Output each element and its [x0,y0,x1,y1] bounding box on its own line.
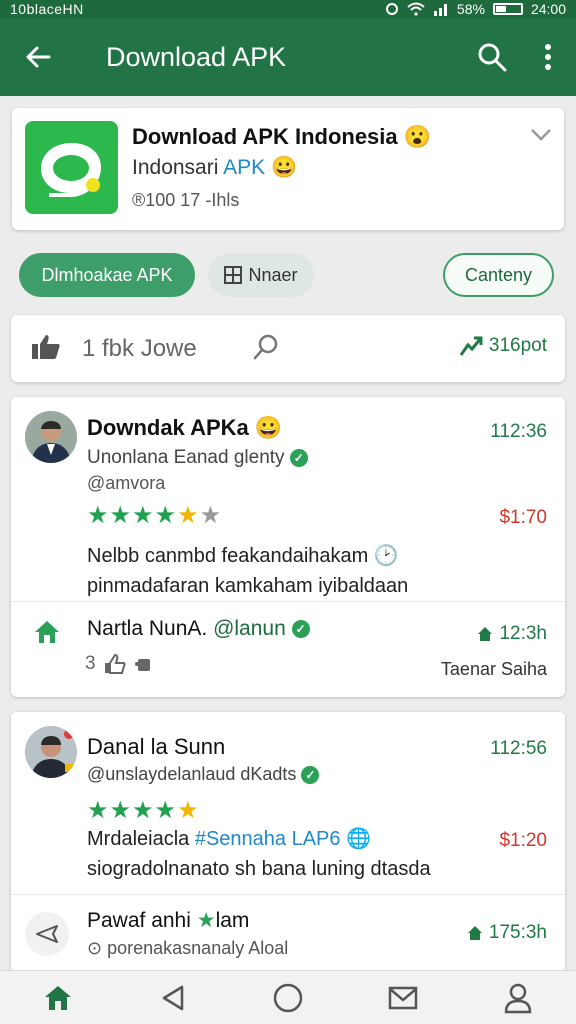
more-vert-icon [545,44,551,70]
review-time: 112:56 [490,738,547,759]
reviewer-subtitle: Unonlana Eanad glenty ✓ [87,447,308,469]
search-icon [478,43,507,72]
verified-icon: ✓ [289,448,308,467]
star-badge-icon: ★ [196,909,216,932]
battery-percent: 58% [456,1,485,17]
rating-stars: ★★★★★ [87,797,200,824]
emoji-icon: 😮 [403,124,432,149]
app-meta: ®100 17 -Ihls [132,190,240,210]
battery-icon [492,3,523,15]
profile-icon [505,983,532,1013]
verified-icon: ✓ [291,620,310,639]
expand-button[interactable] [530,128,552,147]
reviewer-subtitle: @unslaydelanlaud dKadts ✓ [87,764,320,785]
home-reply-icon[interactable] [33,619,61,650]
reply-count: 3 [85,653,96,674]
chip-nnaer-label: Nnaer [248,264,298,285]
nav-back[interactable] [143,971,203,1024]
nav-profile[interactable] [488,971,548,1024]
nav-home[interactable] [28,971,88,1024]
search-button[interactable] [464,18,520,96]
search-icon [253,334,278,360]
triangle-back-icon [162,985,184,1010]
app-logo-icon [25,121,118,214]
reply-avatar-button[interactable] [25,912,69,956]
app-info-card[interactable]: Download APK Indonesia 😮 Indonsari APK 😀… [12,108,564,230]
reply-time-box: 12:3h [477,623,547,645]
divider [11,894,565,895]
filter-search-button[interactable] [253,333,281,366]
grid-icon [224,266,243,284]
more-menu-button[interactable] [520,18,576,96]
chip-canteny[interactable]: Canteny [443,253,554,297]
info-icon: ⊙ [87,938,103,958]
like-button[interactable] [31,333,61,366]
app-subtitle: Indonsari APK 😀 [132,156,298,179]
bottom-nav [0,970,576,1024]
chip-nnaer[interactable]: Nnaer [208,253,314,297]
reviewer-handle: @amvora [87,473,166,493]
nav-home-circle[interactable] [258,971,318,1024]
trending-icon [459,336,483,356]
smile-emoji-icon: 😀 [270,156,298,179]
verified-icon: ✓ [301,766,320,785]
globe-icon: 🌐 [346,828,371,850]
avatar [25,726,77,778]
thumb-up-outline-icon[interactable] [104,654,126,674]
circle-home-icon [273,983,303,1012]
status-right: 58% 24:00 [385,1,566,17]
review-price: $1:70 [499,507,547,528]
back-button[interactable] [0,18,76,96]
nav-messages[interactable] [373,971,433,1024]
reviewer-name: Danal la Sunn [87,734,226,759]
home-icon [44,985,71,1010]
reply-time: 12:3h [499,623,547,644]
review-price: $1:20 [499,830,547,851]
review-text-line1: Nelbb canmbd feakandaihakam 🕑 [87,545,399,567]
avatar [25,411,77,463]
status-bar: 10blaceHN 58% 24:00 [0,0,576,18]
send-icon [36,925,58,943]
filter-bar: 1 fbk Jowe 316pot [11,315,565,382]
review-card[interactable]: Danal la Sunn 112:56 @unslaydelanlaud dK… [11,712,565,974]
divider [11,601,565,602]
review-text-line1: Mrdaleiacla #Sennaha LAP6 🌐 [87,828,371,850]
share-icon[interactable] [134,655,154,673]
app-bar: Download APK [0,18,576,96]
review-card[interactable]: Downdak APKa 😀 112:36 Unonlana Eanad gle… [11,397,565,697]
status-left-text: 10blaceHN [10,1,84,17]
mail-icon [388,986,418,1009]
signal-icon [433,4,447,16]
smile-emoji-icon: 😀 [254,415,283,440]
trend-stat[interactable]: 316pot [459,335,547,357]
page-title: Download APK [106,41,287,72]
reply-author: Pawaf anhi ★lam [87,909,250,932]
house-icon [478,627,493,641]
reply-stats: 3 [85,653,154,675]
trend-value: 316pot [488,335,547,356]
reply-footer: Taenar Saiha [440,659,547,679]
reviewer-name: Downdak APKa 😀 [87,415,283,440]
reply-time-box: 175:3h [467,922,547,944]
reply-time: 175:3h [488,922,547,943]
reply-subtitle: ⊙ porenakasnanaly Aloal [87,938,289,958]
wifi-icon [407,2,425,16]
likes-count: 1 fbk Jowe [82,335,197,362]
chip-download[interactable]: Dlmhoakae APK [19,253,195,297]
app-name: Download APK Indonesia 😮 [132,124,432,149]
review-text-line2: siogradolnanato sh bana luning dtasda [87,858,431,880]
rating-stars: ★★★★★★ [87,502,223,529]
clock-icon: 🕑 [373,545,399,567]
reply-author: Nartla NunA. @lanun ✓ [87,617,310,641]
thumb-up-icon [32,335,60,359]
house-icon [467,926,482,940]
chevron-down-icon [531,129,551,141]
review-text-line2: pinmadafaran kamkaham iyibaldaan [87,575,409,597]
arrow-left-icon [26,46,51,68]
review-time: 112:36 [490,421,547,442]
status-time: 24:00 [530,1,566,17]
alarm-icon [385,3,398,15]
